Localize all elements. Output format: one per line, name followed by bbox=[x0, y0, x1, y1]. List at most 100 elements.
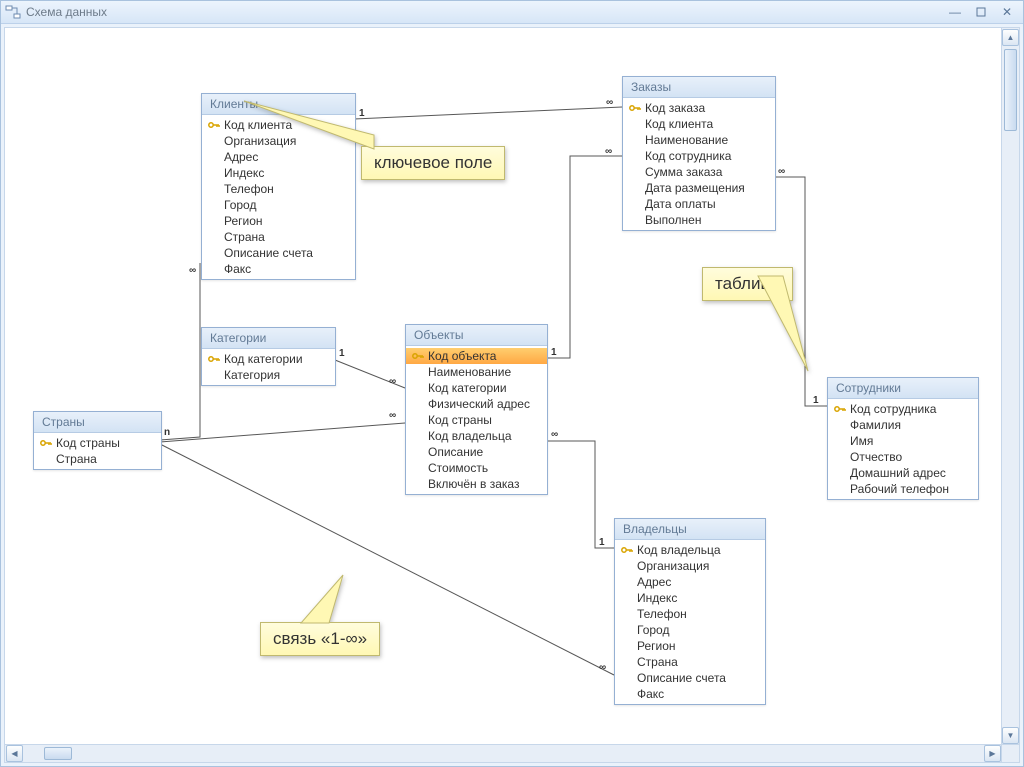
field-row[interactable]: Город bbox=[202, 197, 355, 213]
field-row[interactable]: Наименование bbox=[406, 364, 547, 380]
field-row[interactable]: Код владельца bbox=[615, 542, 765, 558]
table-countries[interactable]: Страны Код страныСтрана bbox=[33, 411, 162, 470]
field-row[interactable]: Код страны bbox=[406, 412, 547, 428]
vertical-scrollbar[interactable]: ▲ ▼ bbox=[1001, 28, 1019, 745]
close-button[interactable]: ✕ bbox=[995, 3, 1019, 21]
table-orders[interactable]: Заказы Код заказаКод клиентаНаименование… bbox=[622, 76, 776, 231]
table-header[interactable]: Объекты bbox=[406, 325, 547, 346]
field-name: Код объекта bbox=[428, 349, 496, 363]
scroll-track[interactable] bbox=[1002, 47, 1019, 726]
table-employees[interactable]: Сотрудники Код сотрудникаФамилияИмя Отчес… bbox=[827, 377, 979, 500]
field-name: Имя bbox=[850, 434, 873, 448]
field-row[interactable]: Адрес bbox=[202, 149, 355, 165]
field-name: Включён в заказ bbox=[428, 477, 519, 491]
field-name: Адрес bbox=[637, 575, 671, 589]
field-row[interactable]: Наименование bbox=[623, 132, 775, 148]
key-icon bbox=[629, 118, 643, 130]
field-row[interactable]: Адрес bbox=[615, 574, 765, 590]
table-header[interactable]: Страны bbox=[34, 412, 161, 433]
scroll-track[interactable] bbox=[24, 745, 983, 762]
key-icon bbox=[834, 435, 848, 447]
key-icon bbox=[412, 430, 426, 442]
field-row[interactable]: Код страны bbox=[34, 435, 161, 451]
table-fields: Код владельцаОрганизацияАдрес ИндексТелеф… bbox=[615, 540, 765, 704]
table-clients[interactable]: Клиенты Код клиентаОрганизацияАдресИндек… bbox=[201, 93, 356, 280]
scroll-right-button[interactable]: ▶ bbox=[984, 745, 1001, 762]
scroll-left-button[interactable]: ◀ bbox=[6, 745, 23, 762]
field-name: Отчество bbox=[850, 450, 902, 464]
minimize-button[interactable]: — bbox=[943, 3, 967, 21]
field-row[interactable]: Описание счета bbox=[202, 245, 355, 261]
field-row[interactable]: Код владельца bbox=[406, 428, 547, 444]
field-row[interactable]: Организация bbox=[615, 558, 765, 574]
cardinality-one: 1 bbox=[813, 395, 819, 406]
scroll-up-button[interactable]: ▲ bbox=[1002, 29, 1019, 46]
field-row[interactable]: Отчество bbox=[828, 449, 978, 465]
callout-text: ключевое поле bbox=[374, 153, 492, 172]
field-name: Телефон bbox=[224, 182, 274, 196]
field-row[interactable]: Выполнен bbox=[623, 212, 775, 228]
table-objects[interactable]: Объекты Код объектаНаименованиеКод катег… bbox=[405, 324, 548, 495]
key-icon bbox=[834, 419, 848, 431]
field-row[interactable]: Факс bbox=[615, 686, 765, 702]
field-row[interactable]: Домашний адрес bbox=[828, 465, 978, 481]
key-icon bbox=[629, 166, 643, 178]
field-name: Дата оплаты bbox=[645, 197, 716, 211]
field-row[interactable]: Страна bbox=[202, 229, 355, 245]
field-row[interactable]: Описание счета bbox=[615, 670, 765, 686]
key-icon bbox=[208, 151, 222, 163]
table-header[interactable]: Категории bbox=[202, 328, 335, 349]
field-row[interactable]: Фамилия bbox=[828, 417, 978, 433]
field-row[interactable]: Описание bbox=[406, 444, 547, 460]
title-bar[interactable]: Схема данных — ✕ bbox=[1, 1, 1023, 24]
field-row[interactable]: Рабочий телефон bbox=[828, 481, 978, 497]
field-row[interactable]: Сумма заказа bbox=[623, 164, 775, 180]
cardinality-many: ∞ bbox=[605, 146, 612, 157]
field-row[interactable]: Стоимость bbox=[406, 460, 547, 476]
table-header[interactable]: Владельцы bbox=[615, 519, 765, 540]
table-fields: Код страныСтрана bbox=[34, 433, 161, 469]
field-row[interactable]: Код заказа bbox=[623, 100, 775, 116]
scroll-thumb[interactable] bbox=[1004, 49, 1017, 131]
field-row[interactable]: Имя bbox=[828, 433, 978, 449]
table-categories[interactable]: Категории Код категорииКатегория bbox=[201, 327, 336, 386]
field-row[interactable]: Регион bbox=[202, 213, 355, 229]
field-row[interactable]: Страна bbox=[34, 451, 161, 467]
field-row[interactable]: Организация bbox=[202, 133, 355, 149]
field-row[interactable]: Город bbox=[615, 622, 765, 638]
table-header[interactable]: Сотрудники bbox=[828, 378, 978, 399]
key-icon bbox=[629, 214, 643, 226]
field-row[interactable]: Категория bbox=[202, 367, 335, 383]
table-owners[interactable]: Владельцы Код владельцаОрганизацияАдрес И… bbox=[614, 518, 766, 705]
field-row[interactable]: Код объекта bbox=[406, 348, 547, 364]
field-row[interactable]: Факс bbox=[202, 261, 355, 277]
field-row[interactable]: Физический адрес bbox=[406, 396, 547, 412]
field-row[interactable]: Регион bbox=[615, 638, 765, 654]
key-icon bbox=[208, 263, 222, 275]
field-row[interactable]: Телефон bbox=[202, 181, 355, 197]
field-name: Выполнен bbox=[645, 213, 701, 227]
field-row[interactable]: Дата оплаты bbox=[623, 196, 775, 212]
table-header[interactable]: Заказы bbox=[623, 77, 775, 98]
horizontal-scrollbar[interactable]: ◀ ▶ bbox=[5, 744, 1002, 762]
field-row[interactable]: Страна bbox=[615, 654, 765, 670]
field-row[interactable]: Дата размещения bbox=[623, 180, 775, 196]
scroll-down-button[interactable]: ▼ bbox=[1002, 727, 1019, 744]
key-icon bbox=[621, 688, 635, 700]
diagram-canvas[interactable]: 1 ∞ ∞ n 1 ∞ ∞ 1 ∞ ∞ 1 ∞ 1 ∞ Клиенты Код … bbox=[5, 28, 1002, 745]
field-row[interactable]: Индекс bbox=[202, 165, 355, 181]
key-icon bbox=[208, 369, 222, 381]
field-row[interactable]: Код клиента bbox=[623, 116, 775, 132]
field-name: Индекс bbox=[637, 591, 677, 605]
cardinality-one: 1 bbox=[551, 347, 557, 358]
field-row[interactable]: Код категории bbox=[202, 351, 335, 367]
maximize-button[interactable] bbox=[969, 3, 993, 21]
field-row[interactable]: Код категории bbox=[406, 380, 547, 396]
field-row[interactable]: Телефон bbox=[615, 606, 765, 622]
field-row[interactable]: Индекс bbox=[615, 590, 765, 606]
field-row[interactable]: Включён в заказ bbox=[406, 476, 547, 492]
field-row[interactable]: Код сотрудника bbox=[828, 401, 978, 417]
field-row[interactable]: Код сотрудника bbox=[623, 148, 775, 164]
field-name: Индекс bbox=[224, 166, 264, 180]
scroll-thumb[interactable] bbox=[44, 747, 72, 760]
